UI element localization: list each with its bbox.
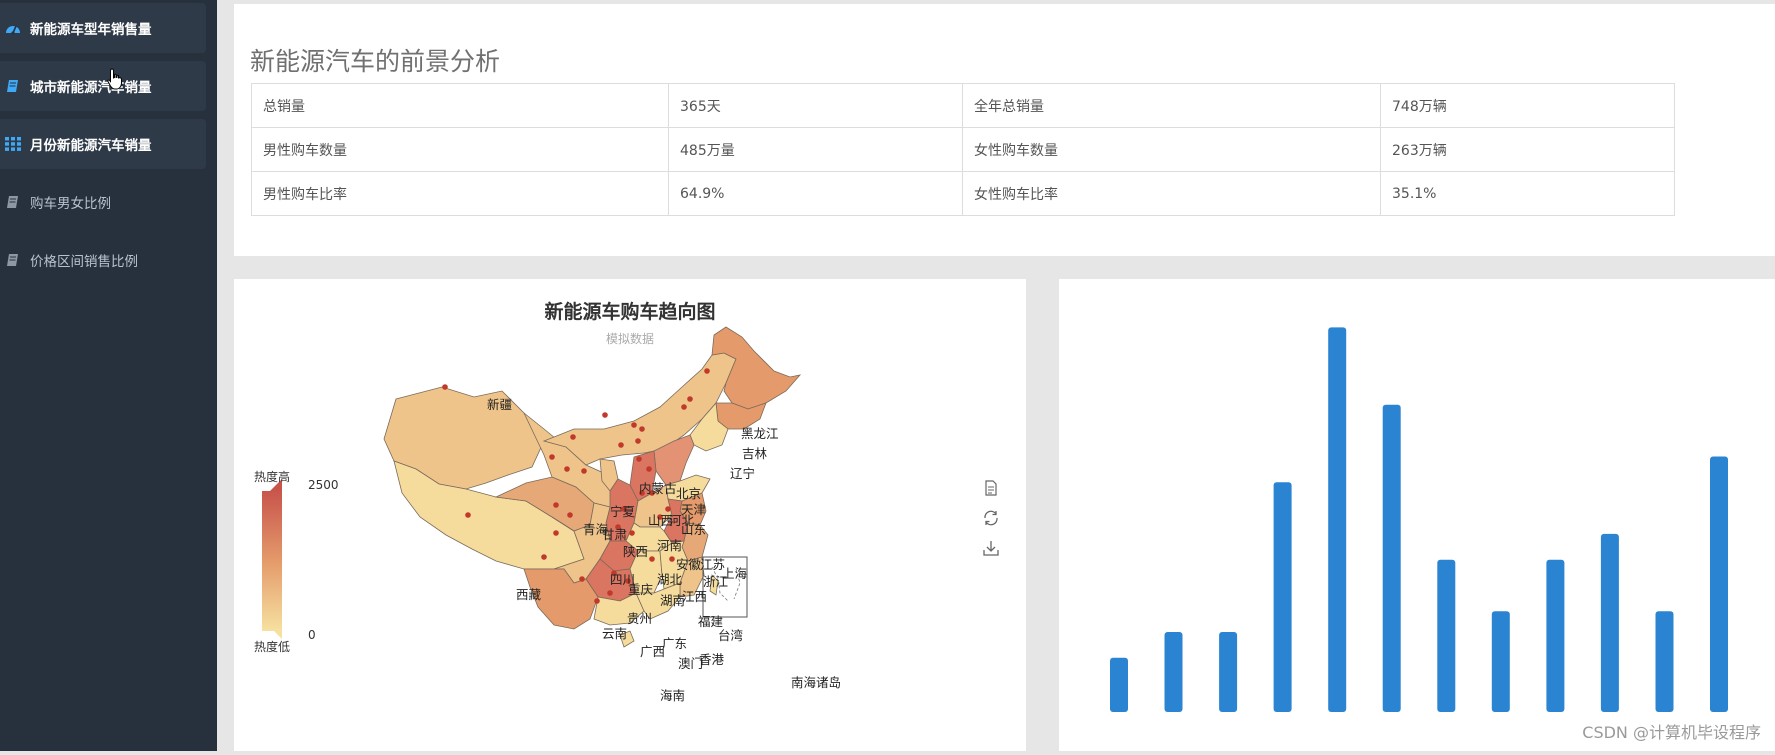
bar[interactable] xyxy=(1600,533,1619,712)
hand-cursor-icon xyxy=(107,68,122,90)
sidebar-item-monthly-sales[interactable]: 月份新能源汽车销量 xyxy=(0,119,206,169)
table-cell: 263万辆 xyxy=(1380,127,1675,172)
sidebar-item-label: 月份新能源汽车销量 xyxy=(30,138,152,154)
province-label: 南海诸岛 xyxy=(791,675,842,690)
province-label: 云南 xyxy=(602,626,628,641)
province-label: 吉林 xyxy=(742,446,768,461)
dashboard-icon xyxy=(4,20,22,36)
sidebar-item-city-sales[interactable]: 城市新能源汽车销量 xyxy=(0,61,206,111)
table-cell: 365天 xyxy=(668,83,963,128)
sidebar-item-gender-ratio[interactable]: 购车男女比例 xyxy=(0,177,206,227)
bar[interactable] xyxy=(1273,482,1292,712)
sidebar-item-annual-sales[interactable]: 新能源车型年销售量 xyxy=(0,3,206,53)
book-icon xyxy=(4,78,22,94)
province-label: 宁夏 xyxy=(610,504,636,519)
table-row: 总销量 365天 全年总销量 748万辆 xyxy=(251,83,1675,128)
table-cell: 748万辆 xyxy=(1380,83,1675,128)
sidebar-item-label: 新能源车型年销售量 xyxy=(30,22,152,38)
province-label: 台湾 xyxy=(718,628,744,643)
bar[interactable] xyxy=(1437,559,1456,712)
table-cell: 男性购车比率 xyxy=(251,171,669,216)
sidebar-item-label: 价格区间销售比例 xyxy=(30,254,138,270)
bar[interactable] xyxy=(1164,632,1183,712)
overview-table: 总销量 365天 全年总销量 748万辆 男性购车数量 485万量 女性购车数量… xyxy=(251,83,1675,216)
province-label: 新疆 xyxy=(487,397,513,412)
province-label: 湖北 xyxy=(657,572,683,587)
table-cell: 35.1% xyxy=(1380,171,1675,216)
table-cell: 全年总销量 xyxy=(962,83,1381,128)
watermark: CSDN @计算机毕设程序 xyxy=(1582,723,1761,742)
province-label: 山东 xyxy=(681,522,707,537)
sidebar: 新能源车型年销售量 城市新能源汽车销量 月份新能源汽车销量 购车男女比例 价格区… xyxy=(0,0,217,751)
bar[interactable] xyxy=(1710,456,1728,713)
overview-panel: 新能源汽车的前景分析 总销量 365天 全年总销量 748万辆 男性购车数量 4… xyxy=(234,4,1775,256)
province-label: 澳门 xyxy=(678,656,704,671)
page-title: 新能源汽车的前景分析 xyxy=(250,47,501,76)
table-cell: 女性购车比率 xyxy=(962,171,1381,216)
save-image-icon[interactable] xyxy=(982,539,1000,557)
bar[interactable] xyxy=(1491,611,1510,712)
table-cell: 64.9% xyxy=(668,171,963,216)
province-label: 河南 xyxy=(657,538,683,553)
book-icon xyxy=(4,252,22,268)
province-label: 江西 xyxy=(682,589,708,604)
sidebar-item-label: 城市新能源汽车销量 xyxy=(30,80,152,96)
table-cell: 485万量 xyxy=(668,127,963,172)
province-label: 陕西 xyxy=(623,544,649,559)
bar[interactable] xyxy=(1546,559,1565,712)
table-row: 男性购车数量 485万量 女性购车数量 263万辆 xyxy=(251,127,1675,172)
table-cell: 总销量 xyxy=(251,83,669,128)
grid-icon xyxy=(4,136,22,152)
province-label: 广东 xyxy=(662,636,688,651)
bar[interactable] xyxy=(1382,404,1401,712)
table-row: 男性购车比率 64.9% 女性购车比率 35.1% xyxy=(251,171,1675,216)
bar[interactable] xyxy=(1219,632,1238,712)
province-label: 海南 xyxy=(660,688,686,703)
bar[interactable] xyxy=(1655,611,1674,712)
book-icon xyxy=(4,194,22,210)
sidebar-item-label: 购车男女比例 xyxy=(30,196,111,212)
monthly-sales-chart-panel xyxy=(1059,279,1775,751)
bar[interactable] xyxy=(1110,657,1128,712)
province-label: 重庆 xyxy=(628,582,654,597)
province-label: 黑龙江 xyxy=(741,426,779,441)
table-cell: 男性购车数量 xyxy=(251,127,669,172)
restore-icon[interactable] xyxy=(982,509,1000,527)
map-panel: 新能源车购车趋向图 模拟数据 热度高 2500 热度低 0 新疆 西藏 黑龙江 … xyxy=(234,279,1026,751)
province-label: 内蒙古 xyxy=(639,481,677,496)
province-labels: 新疆 西藏 黑龙江 吉林 辽宁 内蒙古 北京 天津 河北 山西 宁夏 青海 甘肃… xyxy=(234,279,1026,751)
province-label: 贵州 xyxy=(627,611,653,626)
province-label: 辽宁 xyxy=(730,466,756,481)
table-cell: 女性购车数量 xyxy=(962,127,1381,172)
monthly-sales-bar-chart xyxy=(1110,327,1728,713)
bar[interactable] xyxy=(1328,327,1347,712)
sidebar-item-price-range[interactable]: 价格区间销售比例 xyxy=(0,235,206,285)
province-label: 西藏 xyxy=(516,587,542,602)
data-view-icon[interactable] xyxy=(982,479,1000,497)
province-label: 山西 xyxy=(648,513,674,528)
